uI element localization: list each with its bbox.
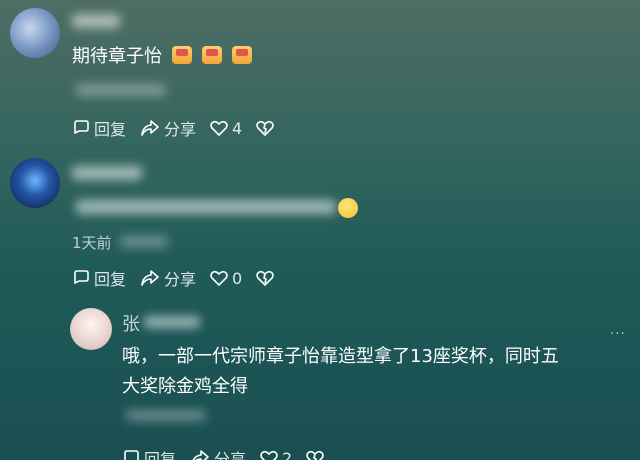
- reply-icon: [124, 450, 139, 460]
- like-icon: [210, 120, 228, 136]
- dislike-button[interactable]: [306, 450, 328, 460]
- comment-text-content: 期待章子怡: [72, 46, 162, 67]
- comment-text-blur: [76, 200, 336, 214]
- share-button[interactable]: 分享: [140, 266, 196, 290]
- share-icon: [192, 450, 209, 460]
- share-button[interactable]: 分享: [140, 116, 196, 140]
- comment-actions: 回复 分享 4: [72, 116, 292, 140]
- avatar[interactable]: [70, 308, 112, 350]
- like-button[interactable]: 4: [210, 119, 242, 138]
- gift-emoji-icon: [202, 46, 222, 64]
- gift-emoji-icon: [172, 46, 192, 64]
- like-count: 4: [232, 118, 243, 138]
- dislike-button[interactable]: [256, 120, 278, 136]
- like-icon: [260, 450, 278, 460]
- username-blur: [72, 14, 120, 28]
- share-label: 分享: [214, 450, 247, 460]
- more-options-button[interactable]: ···: [610, 326, 626, 342]
- like-button[interactable]: 0: [210, 269, 242, 288]
- share-label: 分享: [164, 120, 197, 139]
- like-button[interactable]: 2: [260, 449, 292, 460]
- comment-actions: 回复 分享 0: [72, 266, 292, 290]
- meta-blur: [76, 84, 166, 96]
- dislike-icon: [306, 450, 325, 460]
- share-button[interactable]: 分享: [190, 446, 246, 460]
- reply-button[interactable]: 回复: [72, 116, 126, 140]
- username-blur: [144, 316, 200, 328]
- share-label: 分享: [164, 270, 197, 289]
- reply-username[interactable]: 张: [122, 310, 140, 336]
- dislike-icon: [256, 270, 275, 286]
- dislike-button[interactable]: [256, 270, 278, 286]
- reply-icon: [74, 270, 89, 284]
- reply-text-line1: 哦，一部一代宗师章子怡靠造型拿了13座奖杯，同时五: [122, 346, 559, 367]
- share-icon: [141, 270, 159, 286]
- share-icon: [141, 120, 159, 136]
- location-blur: [120, 236, 168, 247]
- comment-text: 期待章子怡: [72, 44, 252, 70]
- reply-button[interactable]: 回复: [72, 266, 126, 290]
- smile-emoji-icon: [338, 198, 358, 218]
- like-icon: [210, 270, 228, 286]
- username-blur: [72, 166, 142, 180]
- avatar[interactable]: [10, 8, 60, 58]
- reply-text-line2: 大奖除金鸡全得: [122, 376, 248, 397]
- reply-label: 回复: [144, 450, 177, 460]
- dislike-icon: [256, 120, 275, 136]
- comment-time: 1天前: [72, 234, 112, 252]
- reply-actions: 回复 分享 2: [122, 446, 342, 460]
- like-count: 0: [232, 268, 243, 288]
- gift-emoji-icon: [232, 46, 252, 64]
- reply-label: 回复: [94, 270, 127, 289]
- reply-label: 回复: [94, 120, 127, 139]
- reply-icon: [74, 120, 89, 134]
- like-count: 2: [282, 448, 293, 460]
- meta-blur: [126, 410, 206, 421]
- reply-button[interactable]: 回复: [122, 446, 176, 460]
- avatar[interactable]: [10, 158, 60, 208]
